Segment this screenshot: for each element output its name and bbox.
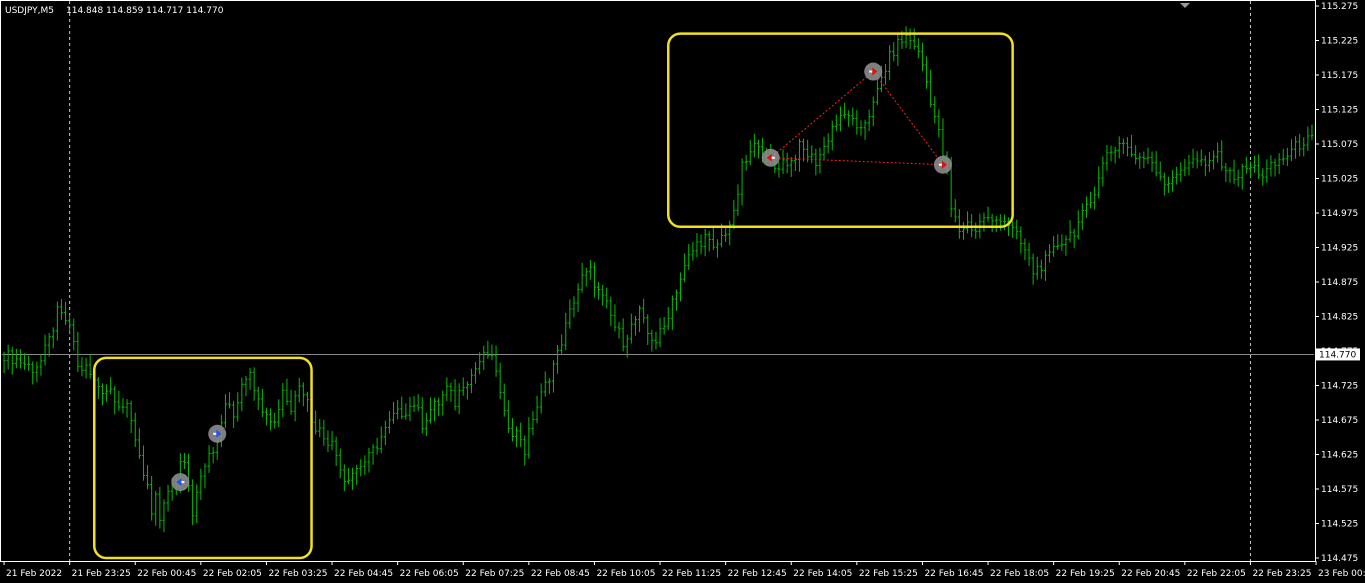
x-tick-label: 22 Feb 06:05	[400, 569, 459, 579]
x-tick-label: 22 Feb 07:25	[465, 569, 524, 579]
y-tick-label: 115.125	[1321, 106, 1358, 116]
x-tick-label: 21 Feb 2022	[6, 569, 62, 579]
buy-trade-icon[interactable]	[171, 473, 190, 492]
y-tick-label: 115.025	[1321, 175, 1358, 185]
x-tick-label: 22 Feb 00:45	[137, 569, 196, 579]
y-tick-label: 115.075	[1321, 140, 1358, 150]
sell-trade-icon[interactable]	[933, 155, 952, 174]
price-chart[interactable]: 115.275 115.225 115.175 115.125 115.075 115.0…	[0, 0, 1365, 583]
buy-trade-icon[interactable]	[761, 148, 780, 167]
x-tick-label: 22 Feb 15:25	[859, 569, 918, 579]
y-tick-label: 115.275	[1321, 2, 1358, 12]
y-tick-label: 115.175	[1321, 71, 1358, 81]
y-tick-label: 115.225	[1321, 37, 1358, 47]
current-price-label: 114.770	[1316, 348, 1360, 361]
y-tick-label: 114.975	[1321, 209, 1358, 219]
x-tick-label: 21 Feb 23:25	[72, 569, 131, 579]
y-tick-label: 114.625	[1321, 451, 1358, 461]
x-tick-label: 22 Feb 08:45	[531, 569, 590, 579]
y-tick-label: 114.525	[1321, 520, 1358, 530]
y-tick-label: 114.675	[1321, 416, 1358, 426]
x-tick-label: 22 Feb 11:25	[662, 569, 721, 579]
y-tick-label: 114.725	[1321, 382, 1358, 392]
x-tick-label: 22 Feb 04:45	[334, 569, 393, 579]
y-tick-label: 114.925	[1321, 244, 1358, 254]
ohlc-label: 114.848 114.859 114.717 114.770	[66, 6, 224, 16]
sell-trade-icon[interactable]	[864, 62, 883, 81]
chart-background	[0, 0, 1365, 583]
y-tick-label: 114.475	[1321, 554, 1358, 564]
x-tick-label: 22 Feb 12:45	[728, 569, 787, 579]
y-tick-label: 114.575	[1321, 485, 1358, 495]
x-tick-label: 22 Feb 22:05	[1187, 569, 1246, 579]
x-tick-label: 22 Feb 16:45	[924, 569, 983, 579]
x-tick-label: 22 Feb 02:05	[203, 569, 262, 579]
x-tick-label: 22 Feb 18:05	[990, 569, 1049, 579]
x-tick-label: 22 Feb 19:25	[1056, 569, 1115, 579]
x-tick-label: 22 Feb 20:45	[1121, 569, 1180, 579]
x-tick-label: 23 Feb 00:45	[1318, 569, 1365, 579]
symbol-label: USDJPY,M5	[5, 6, 54, 16]
x-tick-label: 22 Feb 23:25	[1252, 569, 1311, 579]
sell-trade-icon[interactable]	[208, 424, 227, 443]
x-tick-label: 22 Feb 03:25	[268, 569, 327, 579]
y-tick-label: 114.825	[1321, 313, 1358, 323]
x-tick-label: 22 Feb 10:05	[596, 569, 655, 579]
current-price-value: 114.770	[1319, 350, 1356, 360]
y-tick-label: 114.875	[1321, 278, 1358, 288]
x-tick-label: 22 Feb 14:05	[793, 569, 852, 579]
